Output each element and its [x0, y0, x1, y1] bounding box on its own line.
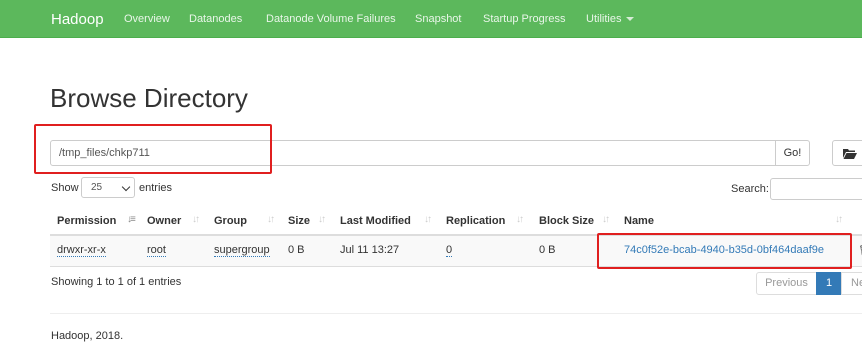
sort-icon: ↓↑ — [192, 214, 200, 225]
highlight-name-box — [597, 233, 852, 269]
column-header-replication[interactable]: Replication — [446, 215, 505, 227]
delete-icon[interactable]: 🗑 — [858, 244, 862, 257]
search-label: Search: — [731, 183, 769, 195]
nav-snapshot[interactable]: Snapshot — [415, 13, 461, 25]
pagination-next[interactable]: Ne — [841, 272, 862, 295]
nav-datanode-volume-failures[interactable]: Datanode Volume Failures — [266, 13, 396, 25]
pagination-page-1[interactable]: 1 — [816, 272, 842, 295]
nav-startup-progress[interactable]: Startup Progress — [483, 13, 566, 25]
table-info: Showing 1 to 1 of 1 entries — [51, 276, 182, 288]
cell-owner[interactable]: root — [147, 244, 166, 257]
cell-replication[interactable]: 0 — [446, 244, 453, 257]
caret-down-icon — [626, 17, 635, 22]
entries-select-value: 25 — [91, 182, 103, 193]
sort-icon: ↓↑ — [516, 214, 524, 225]
nav-datanodes[interactable]: Datanodes — [189, 13, 242, 25]
show-label: Show — [51, 182, 79, 194]
column-header-group[interactable]: Group — [214, 215, 247, 227]
sort-icon: ↓↑ — [424, 214, 432, 225]
page-title: Browse Directory — [50, 83, 248, 113]
cell-size: 0 B — [288, 244, 305, 256]
go-button[interactable]: Go! — [775, 140, 810, 166]
sort-icon: ↓↑ — [835, 214, 843, 225]
footer-text: Hadoop, 2018. — [51, 330, 124, 342]
entries-per-page-select[interactable]: 25 — [81, 177, 135, 198]
pagination-previous[interactable]: Previous — [756, 272, 817, 295]
cell-group[interactable]: supergroup — [214, 244, 270, 257]
cell-last-modified: Jul 11 13:27 — [340, 244, 400, 256]
search-input[interactable] — [770, 178, 862, 200]
sort-icon: ↓↑ — [267, 214, 275, 225]
sort-ascending-icon: ↓≡ — [127, 214, 136, 225]
footer-divider — [50, 313, 862, 314]
cell-permission[interactable]: drwxr-xr-x — [57, 244, 106, 257]
sort-icon: ↓↑ — [318, 214, 326, 225]
column-header-size[interactable]: Size — [288, 215, 310, 227]
column-header-permission[interactable]: Permission — [57, 215, 116, 227]
entries-label: entries — [139, 182, 173, 194]
highlight-path-box — [34, 124, 272, 174]
folder-open-icon — [843, 149, 857, 159]
nav-utilities-label: Utilities — [586, 13, 622, 25]
cell-block-size: 0 B — [539, 244, 556, 256]
column-header-block-size[interactable]: Block Size — [539, 215, 594, 227]
column-header-name[interactable]: Name — [624, 215, 654, 227]
top-navbar: Hadoop Overview Datanodes Datanode Volum… — [0, 0, 862, 38]
brand-link[interactable]: Hadoop — [51, 11, 104, 28]
column-header-last-modified[interactable]: Last Modified — [340, 215, 411, 227]
nav-utilities[interactable]: Utilities — [586, 13, 635, 25]
column-header-owner[interactable]: Owner — [147, 215, 181, 227]
sort-icon: ↓↑ — [602, 214, 610, 225]
nav-overview[interactable]: Overview — [124, 13, 170, 25]
chevron-down-icon — [121, 182, 131, 192]
folder-open-button[interactable] — [832, 140, 862, 166]
